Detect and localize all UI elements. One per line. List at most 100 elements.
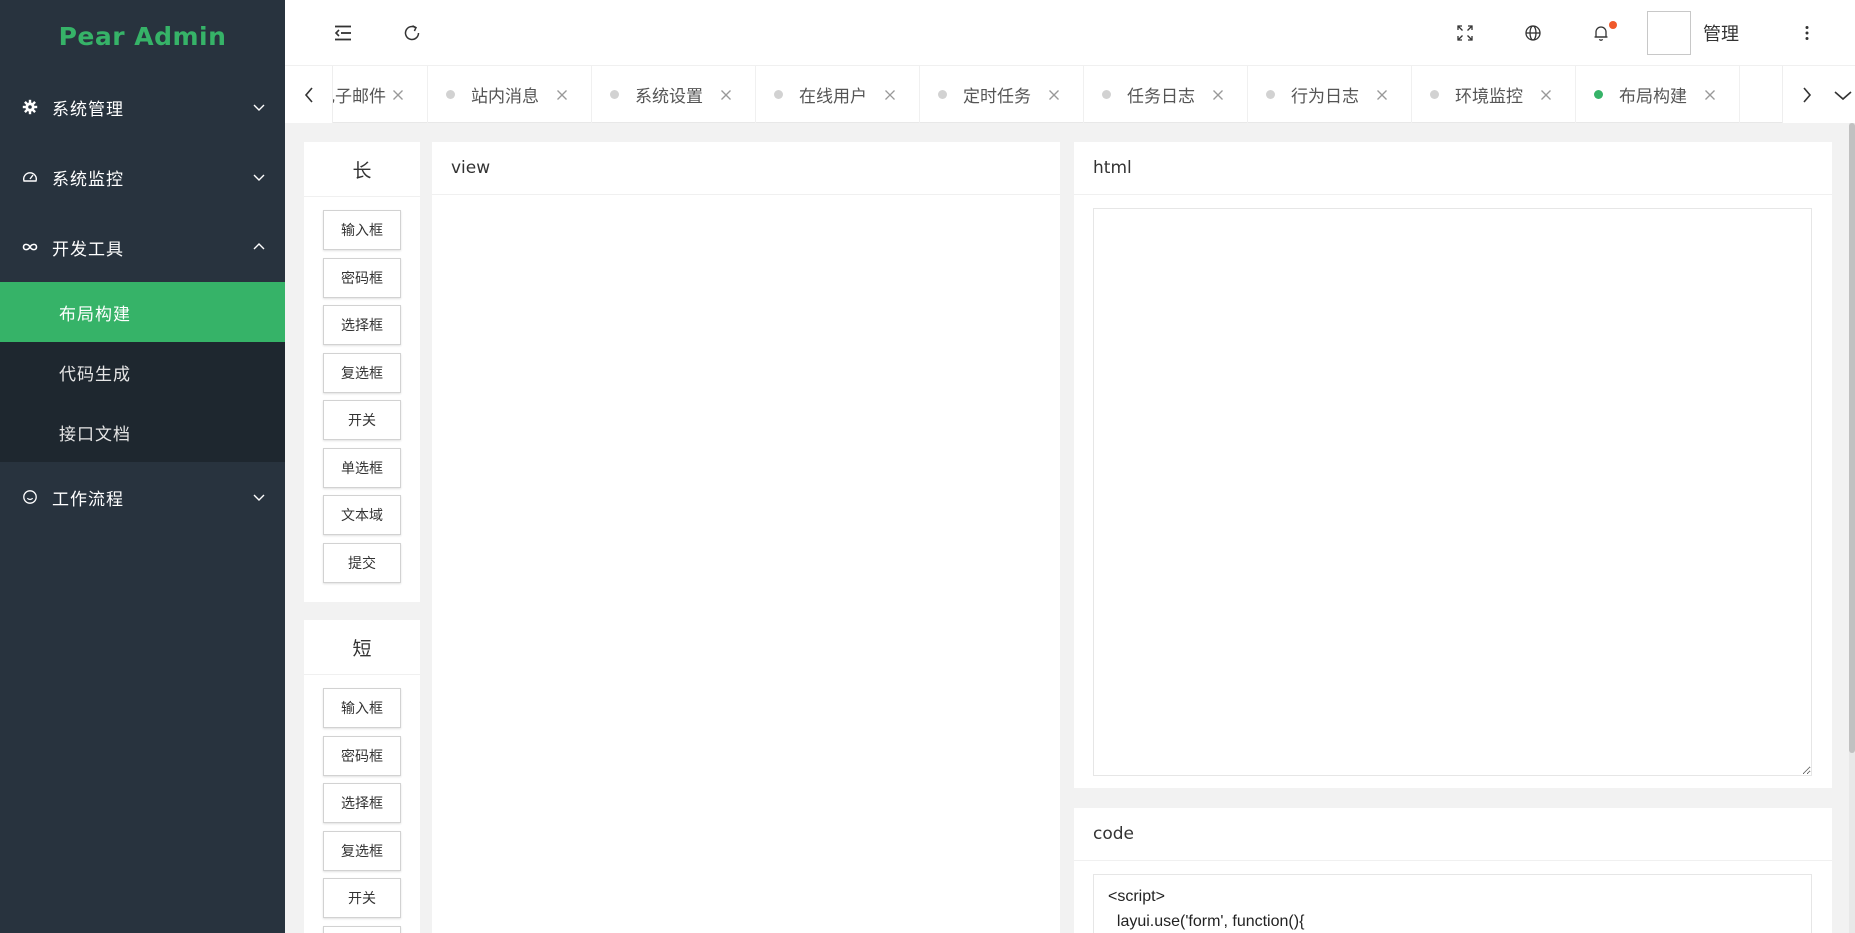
tab-status-dot bbox=[1430, 90, 1439, 99]
more-options-button[interactable] bbox=[1787, 13, 1827, 53]
sidebar-group-label: 系统管理 bbox=[52, 99, 124, 120]
sidebar-item-api-docs[interactable]: 接口文档 bbox=[0, 402, 285, 462]
html-output-textarea[interactable] bbox=[1093, 208, 1812, 776]
sidebar-item-code-generator[interactable]: 代码生成 bbox=[0, 342, 285, 402]
short-password-button[interactable]: 密码框 bbox=[323, 735, 401, 776]
long-components-list: 输入框 密码框 选择框 复选框 开关 单选框 文本域 提交 bbox=[304, 197, 420, 595]
short-radio-button[interactable] bbox=[323, 925, 401, 933]
sidebar-group-system-monitor[interactable]: 系统监控 bbox=[0, 142, 285, 212]
globe-icon bbox=[1525, 24, 1541, 41]
app-logo[interactable]: Pear Admin bbox=[0, 0, 285, 72]
collapse-menu-button[interactable] bbox=[323, 13, 363, 53]
notification-button[interactable] bbox=[1581, 13, 1621, 53]
close-icon[interactable] bbox=[1539, 88, 1553, 102]
refresh-button[interactable] bbox=[392, 13, 432, 53]
submenu-dev-tools: 布局构建 代码生成 接口文档 bbox=[0, 282, 285, 462]
chevron-left-icon bbox=[304, 86, 313, 103]
tab-behavior-logs[interactable]: 行为日志 bbox=[1248, 66, 1412, 123]
sidebar-group-label: 系统监控 bbox=[52, 169, 124, 190]
close-icon[interactable] bbox=[1703, 88, 1717, 102]
tab-status-dot bbox=[446, 90, 455, 99]
language-button[interactable] bbox=[1513, 13, 1553, 53]
tab-task-logs[interactable]: 任务日志 bbox=[1084, 66, 1248, 123]
close-icon[interactable] bbox=[391, 88, 405, 102]
tab-scheduled-tasks[interactable]: 定时任务 bbox=[920, 66, 1084, 123]
refresh-icon bbox=[404, 24, 420, 40]
sidebar-group-dev-tools[interactable]: 开发工具 bbox=[0, 212, 285, 282]
more-vertical-icon bbox=[1805, 25, 1809, 40]
tab-status-dot bbox=[938, 90, 947, 99]
chevron-down-icon bbox=[1833, 90, 1852, 100]
code-panel-title: code bbox=[1074, 808, 1832, 861]
sidebar-group-system-management[interactable]: 系统管理 bbox=[0, 72, 285, 142]
tab-label: 电子邮件 bbox=[333, 87, 386, 107]
short-input-button[interactable]: 输入框 bbox=[323, 688, 401, 728]
top-header: 管理 bbox=[285, 0, 1855, 65]
tab-email[interactable]: 电子邮件 bbox=[333, 66, 428, 123]
view-panel: view bbox=[432, 142, 1060, 933]
tabs-scroll-right-button[interactable] bbox=[1782, 66, 1830, 123]
long-components-card: 长 输入框 密码框 选择框 复选框 开关 单选框 文本域 提交 bbox=[304, 142, 420, 602]
html-panel-title: html bbox=[1074, 142, 1832, 195]
close-icon[interactable] bbox=[883, 88, 897, 102]
code-panel: code <script> layui.use('form', function… bbox=[1074, 808, 1832, 933]
tabs-viewport: 电子邮件 站内消息 系统设置 在线用户 bbox=[333, 66, 1782, 123]
sidebar-group-workflow[interactable]: 工作流程 bbox=[0, 462, 285, 532]
tab-label: 环境监控 bbox=[1455, 87, 1523, 107]
gear-icon bbox=[22, 99, 38, 115]
close-icon[interactable] bbox=[1211, 88, 1225, 102]
chevron-up-icon bbox=[253, 243, 265, 250]
tab-status-dot bbox=[774, 90, 783, 99]
app-root: Pear Admin 系统管理 系统监控 开发工具 布局构建 代码生成 接口文档… bbox=[0, 0, 1855, 933]
long-textarea-button[interactable]: 文本域 bbox=[323, 495, 401, 535]
long-password-button[interactable]: 密码框 bbox=[323, 257, 401, 298]
tabs-menu-button[interactable] bbox=[1830, 66, 1855, 123]
long-checkbox-button[interactable]: 复选框 bbox=[323, 352, 401, 393]
sidebar: Pear Admin 系统管理 系统监控 开发工具 布局构建 代码生成 接口文档… bbox=[0, 0, 285, 933]
tab-status-dot bbox=[1102, 90, 1111, 99]
avatar[interactable] bbox=[1647, 10, 1691, 55]
tab-label: 站内消息 bbox=[471, 87, 539, 107]
tab-bar: 电子邮件 站内消息 系统设置 在线用户 bbox=[285, 65, 1855, 123]
close-icon[interactable] bbox=[719, 88, 733, 102]
tab-label: 定时任务 bbox=[963, 87, 1031, 107]
tabs-scroll-left-button[interactable] bbox=[285, 66, 333, 123]
sidebar-item-layout-builder[interactable]: 布局构建 bbox=[0, 282, 285, 342]
smile-icon bbox=[22, 489, 38, 505]
short-components-title: 短 bbox=[304, 620, 420, 675]
chevron-down-icon bbox=[253, 174, 265, 181]
page-scrollbar[interactable] bbox=[1849, 123, 1855, 933]
tab-system-settings[interactable]: 系统设置 bbox=[592, 66, 756, 123]
view-panel-title: view bbox=[432, 142, 1060, 195]
tab-online-users[interactable]: 在线用户 bbox=[756, 66, 920, 123]
sidebar-group-label: 工作流程 bbox=[52, 489, 124, 510]
tab-layout-builder[interactable]: 布局构建 bbox=[1576, 66, 1740, 123]
bell-icon bbox=[1594, 25, 1608, 41]
tab-label: 布局构建 bbox=[1619, 87, 1687, 107]
long-components-title: 长 bbox=[304, 142, 420, 197]
chevron-right-icon bbox=[1802, 86, 1811, 103]
fullscreen-button[interactable] bbox=[1445, 13, 1485, 53]
tab-status-dot bbox=[1266, 90, 1275, 99]
short-components-card: 短 输入框 密码框 选择框 复选框 开关 bbox=[304, 620, 420, 933]
indent-icon bbox=[334, 25, 351, 40]
short-switch-button[interactable]: 开关 bbox=[323, 878, 401, 918]
user-name[interactable]: 管理 bbox=[1703, 20, 1739, 46]
close-icon[interactable] bbox=[555, 88, 569, 102]
chevron-down-icon bbox=[253, 104, 265, 111]
main-content: 长 输入框 密码框 选择框 复选框 开关 单选框 文本域 提交 短 输入框 密码… bbox=[285, 123, 1855, 933]
short-checkbox-button[interactable]: 复选框 bbox=[323, 830, 401, 871]
close-icon[interactable] bbox=[1047, 88, 1061, 102]
close-icon[interactable] bbox=[1375, 88, 1389, 102]
long-input-button[interactable]: 输入框 bbox=[323, 210, 401, 250]
tab-environment-monitor[interactable]: 环境监控 bbox=[1412, 66, 1576, 123]
tab-site-messages[interactable]: 站内消息 bbox=[428, 66, 592, 123]
short-select-button[interactable]: 选择框 bbox=[323, 783, 401, 823]
code-output[interactable]: <script> layui.use('form', function(){ bbox=[1093, 874, 1812, 933]
scrollbar-thumb[interactable] bbox=[1849, 123, 1855, 753]
long-radio-button[interactable]: 单选框 bbox=[323, 447, 401, 488]
long-submit-button[interactable]: 提交 bbox=[323, 542, 401, 583]
infinity-icon bbox=[22, 239, 38, 255]
long-select-button[interactable]: 选择框 bbox=[323, 305, 401, 345]
long-switch-button[interactable]: 开关 bbox=[323, 400, 401, 440]
